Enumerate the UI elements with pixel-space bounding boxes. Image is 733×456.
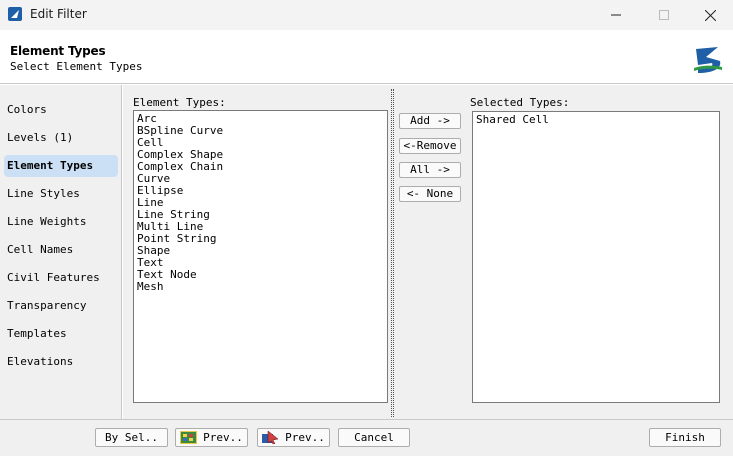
available-types-label: Element Types: bbox=[133, 96, 226, 109]
remove-all-button[interactable]: <- None bbox=[399, 186, 461, 202]
sidebar-item-civil-features[interactable]: Civil Features bbox=[4, 267, 118, 289]
sidebar-item-element-types[interactable]: Element Types bbox=[4, 155, 118, 177]
close-button[interactable] bbox=[687, 0, 733, 30]
window-title: Edit Filter bbox=[30, 7, 87, 21]
splitter[interactable] bbox=[391, 89, 394, 417]
add-button[interactable]: Add -> bbox=[399, 113, 461, 129]
dialog-footer: By Sel.. Prev.. Prev.. Cancel Finish bbox=[0, 419, 733, 456]
sidebar-item-elevations[interactable]: Elevations bbox=[4, 351, 118, 373]
sidebar-item-colors[interactable]: Colors bbox=[4, 99, 118, 121]
sidebar-item-templates[interactable]: Templates bbox=[4, 323, 118, 345]
preview-pointer-icon bbox=[262, 431, 279, 444]
preview-grid-icon bbox=[180, 431, 198, 444]
add-all-button[interactable]: All -> bbox=[399, 162, 461, 178]
app-icon bbox=[8, 7, 22, 21]
page-subtitle: Select Element Types bbox=[10, 60, 143, 73]
preview-label-1: Prev.. bbox=[203, 431, 243, 444]
title-bar: Edit Filter bbox=[0, 0, 733, 30]
element-type-editor: Element Types: Arc BSpline Curve Cell Co… bbox=[123, 85, 733, 419]
maximize-icon bbox=[659, 10, 669, 20]
brand-logo-icon bbox=[692, 43, 724, 77]
maximize-button[interactable] bbox=[641, 0, 687, 30]
filter-category-list: Colors Levels (1) Element Types Line Sty… bbox=[0, 85, 122, 419]
finish-label: Finish bbox=[665, 431, 705, 444]
preview-button-1[interactable]: Prev.. bbox=[175, 428, 248, 447]
sidebar-item-line-weights[interactable]: Line Weights bbox=[4, 211, 118, 233]
sidebar-item-levels[interactable]: Levels (1) bbox=[4, 127, 118, 149]
selected-types-label: Selected Types: bbox=[470, 96, 570, 109]
preview-label-2: Prev.. bbox=[285, 431, 325, 444]
sidebar-item-line-styles[interactable]: Line Styles bbox=[4, 183, 118, 205]
preview-button-2[interactable]: Prev.. bbox=[257, 428, 330, 447]
cancel-label: Cancel bbox=[354, 431, 394, 444]
minimize-button[interactable] bbox=[593, 0, 639, 30]
close-icon bbox=[704, 9, 716, 21]
by-selection-label: By Sel.. bbox=[105, 431, 158, 444]
selected-types-list[interactable]: Shared Cell bbox=[472, 111, 720, 403]
sidebar-item-cell-names[interactable]: Cell Names bbox=[4, 239, 118, 261]
list-item[interactable]: Mesh bbox=[137, 281, 164, 293]
sidebar-item-transparency[interactable]: Transparency bbox=[4, 295, 118, 317]
cancel-button[interactable]: Cancel bbox=[338, 428, 410, 447]
page-header: Element Types Select Element Types bbox=[0, 30, 733, 84]
available-types-list[interactable]: Arc BSpline Curve Cell Complex Shape Com… bbox=[133, 110, 388, 403]
list-item[interactable]: Shared Cell bbox=[476, 114, 549, 126]
minimize-icon bbox=[611, 14, 621, 16]
by-selection-button[interactable]: By Sel.. bbox=[95, 428, 168, 447]
page-title: Element Types bbox=[10, 44, 106, 58]
finish-button[interactable]: Finish bbox=[649, 428, 721, 447]
remove-button[interactable]: <-Remove bbox=[399, 138, 461, 154]
